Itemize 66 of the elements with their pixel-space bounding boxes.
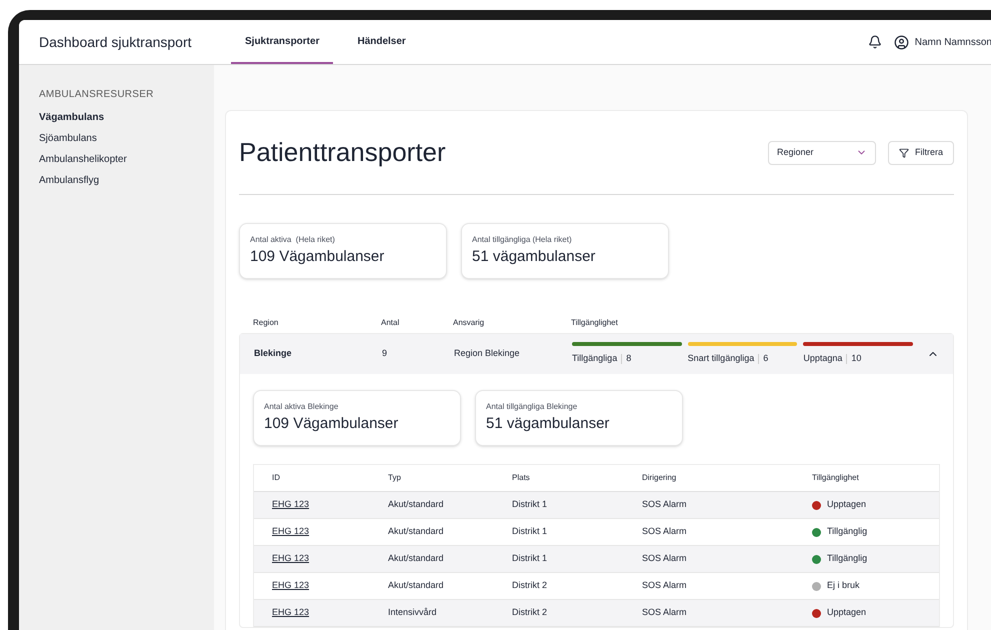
column-header: Typ: [388, 473, 401, 482]
column-header: Plats: [512, 473, 530, 482]
sidebar-item[interactable]: Sjöambulans: [39, 134, 214, 144]
status-label: Tillgänglig: [827, 552, 868, 566]
filter-button[interactable]: Filtrera: [888, 140, 954, 164]
column-header: Ansvarig: [453, 318, 484, 327]
nav-tab[interactable]: Händelser: [343, 20, 420, 64]
status-label: Tillgänglig: [827, 525, 868, 538]
vehicle-id-link[interactable]: EHG 123: [272, 607, 310, 618]
table-cell: Distrikt 2: [512, 580, 548, 590]
funnel-icon: [898, 148, 909, 158]
status-label: Upptagen: [827, 498, 866, 512]
stat-value: 109 Vägambulanser: [250, 248, 386, 267]
stat-label: Antal tillgängliga (Hela riket): [472, 236, 573, 244]
table-cell: Akut/standard: [388, 526, 444, 536]
sidebar-item[interactable]: Ambulanshelikopter: [39, 155, 214, 165]
table-cell: SOS Alarm: [642, 553, 687, 564]
table-cell: Akut/standard: [388, 499, 444, 510]
app-title: Dashboard sjuktransport: [39, 32, 193, 52]
sidebar-heading: AMBULANSRESURSER: [39, 88, 155, 102]
table-cell: Region Blekinge: [454, 348, 520, 358]
table-cell: Distrikt 1: [512, 553, 548, 564]
status-label: Ej i bruk: [827, 579, 860, 592]
availability-label: Upptagna: [803, 352, 842, 366]
column-header: Dirigering: [642, 473, 676, 482]
table-cell: SOS Alarm: [642, 526, 687, 536]
user-name[interactable]: Namn Namnsson: [914, 34, 991, 50]
status-label: Upptagen: [827, 606, 866, 620]
table-cell: Intensivvård: [388, 607, 437, 618]
availability-count: 8: [626, 352, 632, 366]
table-cell: Distrikt 2: [512, 607, 548, 618]
stat-label: Antal tillgängliga Blekinge: [486, 403, 578, 411]
table-cell: 9: [382, 348, 388, 358]
stat-label: Antal aktiva (Hela riket): [250, 236, 336, 244]
region-row[interactable]: Blekinge 9 Region Blekinge Tillgängliga 8 Snart tillgängliga 6 Upptagna 10: [240, 334, 953, 374]
column-header: Tillgänglighet: [812, 473, 859, 482]
table-cell: SOS Alarm: [642, 499, 687, 510]
table-cell: Distrikt 1: [512, 499, 548, 510]
vehicle-id-link[interactable]: EHG 123: [272, 499, 310, 510]
column-header: ID: [272, 473, 280, 482]
vehicle-id-link[interactable]: EHG 123: [272, 526, 310, 536]
availability-label: Tillgängliga: [572, 352, 618, 366]
notification-bell-icon[interactable]: [868, 35, 882, 49]
sidebar-item[interactable]: Vägambulans: [39, 113, 214, 123]
table-cell: SOS Alarm: [642, 607, 687, 618]
availability-label: Snart tillgängliga: [688, 352, 754, 366]
vehicle-id-link[interactable]: EHG 123: [272, 580, 310, 590]
vehicle-id-link[interactable]: EHG 123: [272, 553, 310, 564]
table-cell: Akut/standard: [388, 553, 444, 564]
availability-count: 10: [851, 352, 862, 366]
availability-count: 6: [763, 352, 768, 366]
stat-value: 51 vägambulanser: [472, 248, 596, 267]
table-cell: SOS Alarm: [642, 580, 687, 590]
column-header: Tillgänglighet: [571, 318, 618, 327]
user-icon[interactable]: [894, 34, 909, 50]
table-cell: Blekinge: [254, 348, 292, 358]
sidebar-item[interactable]: Ambulansflyg: [39, 176, 214, 186]
stat-value: 109 Vägambulanser: [264, 415, 400, 434]
stat-label: Antal aktiva Blekinge: [264, 403, 340, 411]
table-cell: Distrikt 1: [512, 526, 548, 536]
page-title: Patienttransporter: [239, 136, 446, 169]
stat-value: 51 vägambulanser: [486, 415, 610, 434]
table-cell: Akut/standard: [388, 580, 444, 590]
column-header: Antal: [381, 318, 400, 327]
region-select[interactable]: Regioner: [768, 140, 876, 164]
column-header: Region: [253, 318, 278, 327]
